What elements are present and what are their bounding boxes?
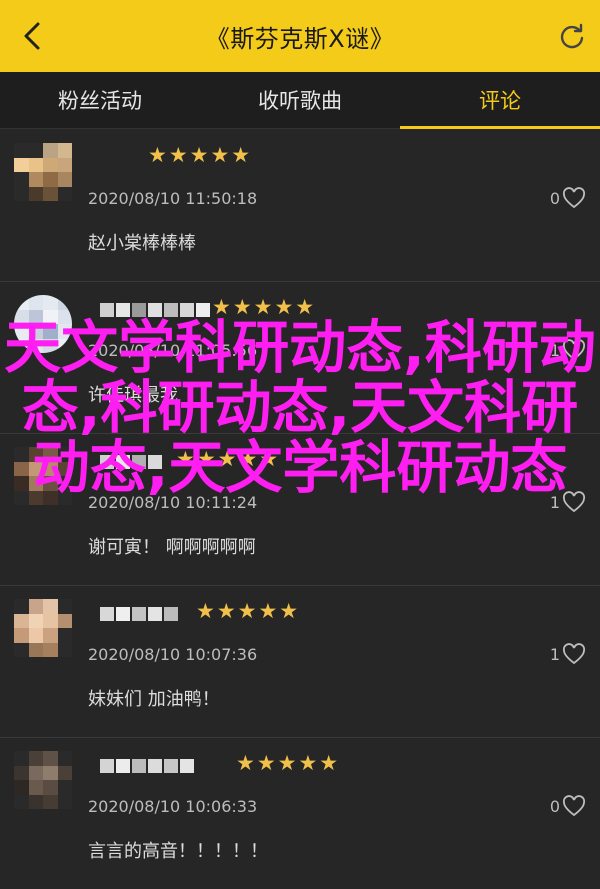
rating-stars: ★★★★★	[196, 599, 301, 623]
like-count: 1	[549, 340, 560, 360]
comment-text: 赵小棠棒棒棒	[88, 233, 196, 254]
heart-icon	[562, 339, 586, 361]
heart-icon	[562, 643, 586, 665]
comment-text: 妹妹们 加油鸭！	[88, 689, 220, 710]
comment-item: ★★★★★ 2020/08/10 10:11:24 1 谢可寅！ 啊啊啊啊啊	[0, 433, 600, 586]
like-count: 0	[549, 188, 560, 208]
tab-listen-songs[interactable]: 收听歌曲	[200, 72, 400, 128]
username-blurred	[100, 303, 210, 319]
like-button[interactable]: 1	[550, 643, 586, 665]
avatar[interactable]	[14, 599, 72, 657]
avatar[interactable]	[14, 447, 72, 505]
comment-date: 2020/08/10 11:05:56	[88, 341, 258, 360]
like-button[interactable]: 1	[550, 491, 586, 513]
heart-icon	[562, 491, 586, 513]
like-button[interactable]: 1	[550, 339, 586, 361]
app-header: 《斯芬克斯Ⅹ谜》	[0, 0, 600, 72]
like-button[interactable]: 0	[550, 187, 586, 209]
comment-text: 许佳琪最我	[88, 385, 178, 406]
rating-stars: ★★★★★	[212, 295, 317, 319]
username-blurred	[100, 607, 178, 623]
comment-text: 谢可寅！ 啊啊啊啊啊	[88, 537, 256, 558]
avatar[interactable]	[14, 143, 72, 201]
comment-date: 2020/08/10 10:06:33	[88, 797, 258, 816]
heart-icon	[562, 795, 586, 817]
page-title: 《斯芬克斯Ⅹ谜》	[205, 24, 395, 53]
avatar[interactable]	[14, 751, 72, 809]
tab-comments[interactable]: 评论	[400, 72, 600, 129]
comment-text: 言言的高音！！！！！	[88, 841, 268, 862]
comment-item: ★★★★★ 2020/08/10 11:05:56 1 许佳琪最我	[0, 281, 600, 434]
username-blurred	[100, 759, 194, 775]
comment-item: ★★★★★ 2020/08/10 10:07:36 1 妹妹们 加油鸭！	[0, 585, 600, 738]
rating-stars: ★★★★★	[176, 447, 281, 471]
rating-stars: ★★★★★	[148, 143, 253, 167]
back-chevron-icon[interactable]	[18, 20, 50, 52]
tab-fan-activity[interactable]: 粉丝活动	[0, 72, 200, 128]
comment-date: 2020/08/10 10:07:36	[88, 645, 258, 664]
comment-date: 2020/08/10 10:11:24	[88, 493, 258, 512]
like-count: 1	[549, 492, 560, 512]
comment-item: ★★★★★ 2020/08/10 11:50:18 0 赵小棠棒棒棒	[0, 129, 600, 282]
like-button[interactable]: 0	[550, 795, 586, 817]
username-blurred	[100, 455, 162, 471]
comment-item: ★★★★★ 2020/08/10 10:06:33 0 言言的高音！！！！！	[0, 737, 600, 889]
like-count: 1	[549, 644, 560, 664]
avatar[interactable]	[14, 295, 72, 353]
tab-bar: 粉丝活动 收听歌曲 评论	[0, 72, 600, 129]
rating-stars: ★★★★★	[236, 751, 341, 775]
refresh-icon[interactable]	[558, 22, 586, 50]
like-count: 0	[549, 796, 560, 816]
comment-date: 2020/08/10 11:50:18	[88, 189, 258, 208]
heart-icon	[562, 187, 586, 209]
